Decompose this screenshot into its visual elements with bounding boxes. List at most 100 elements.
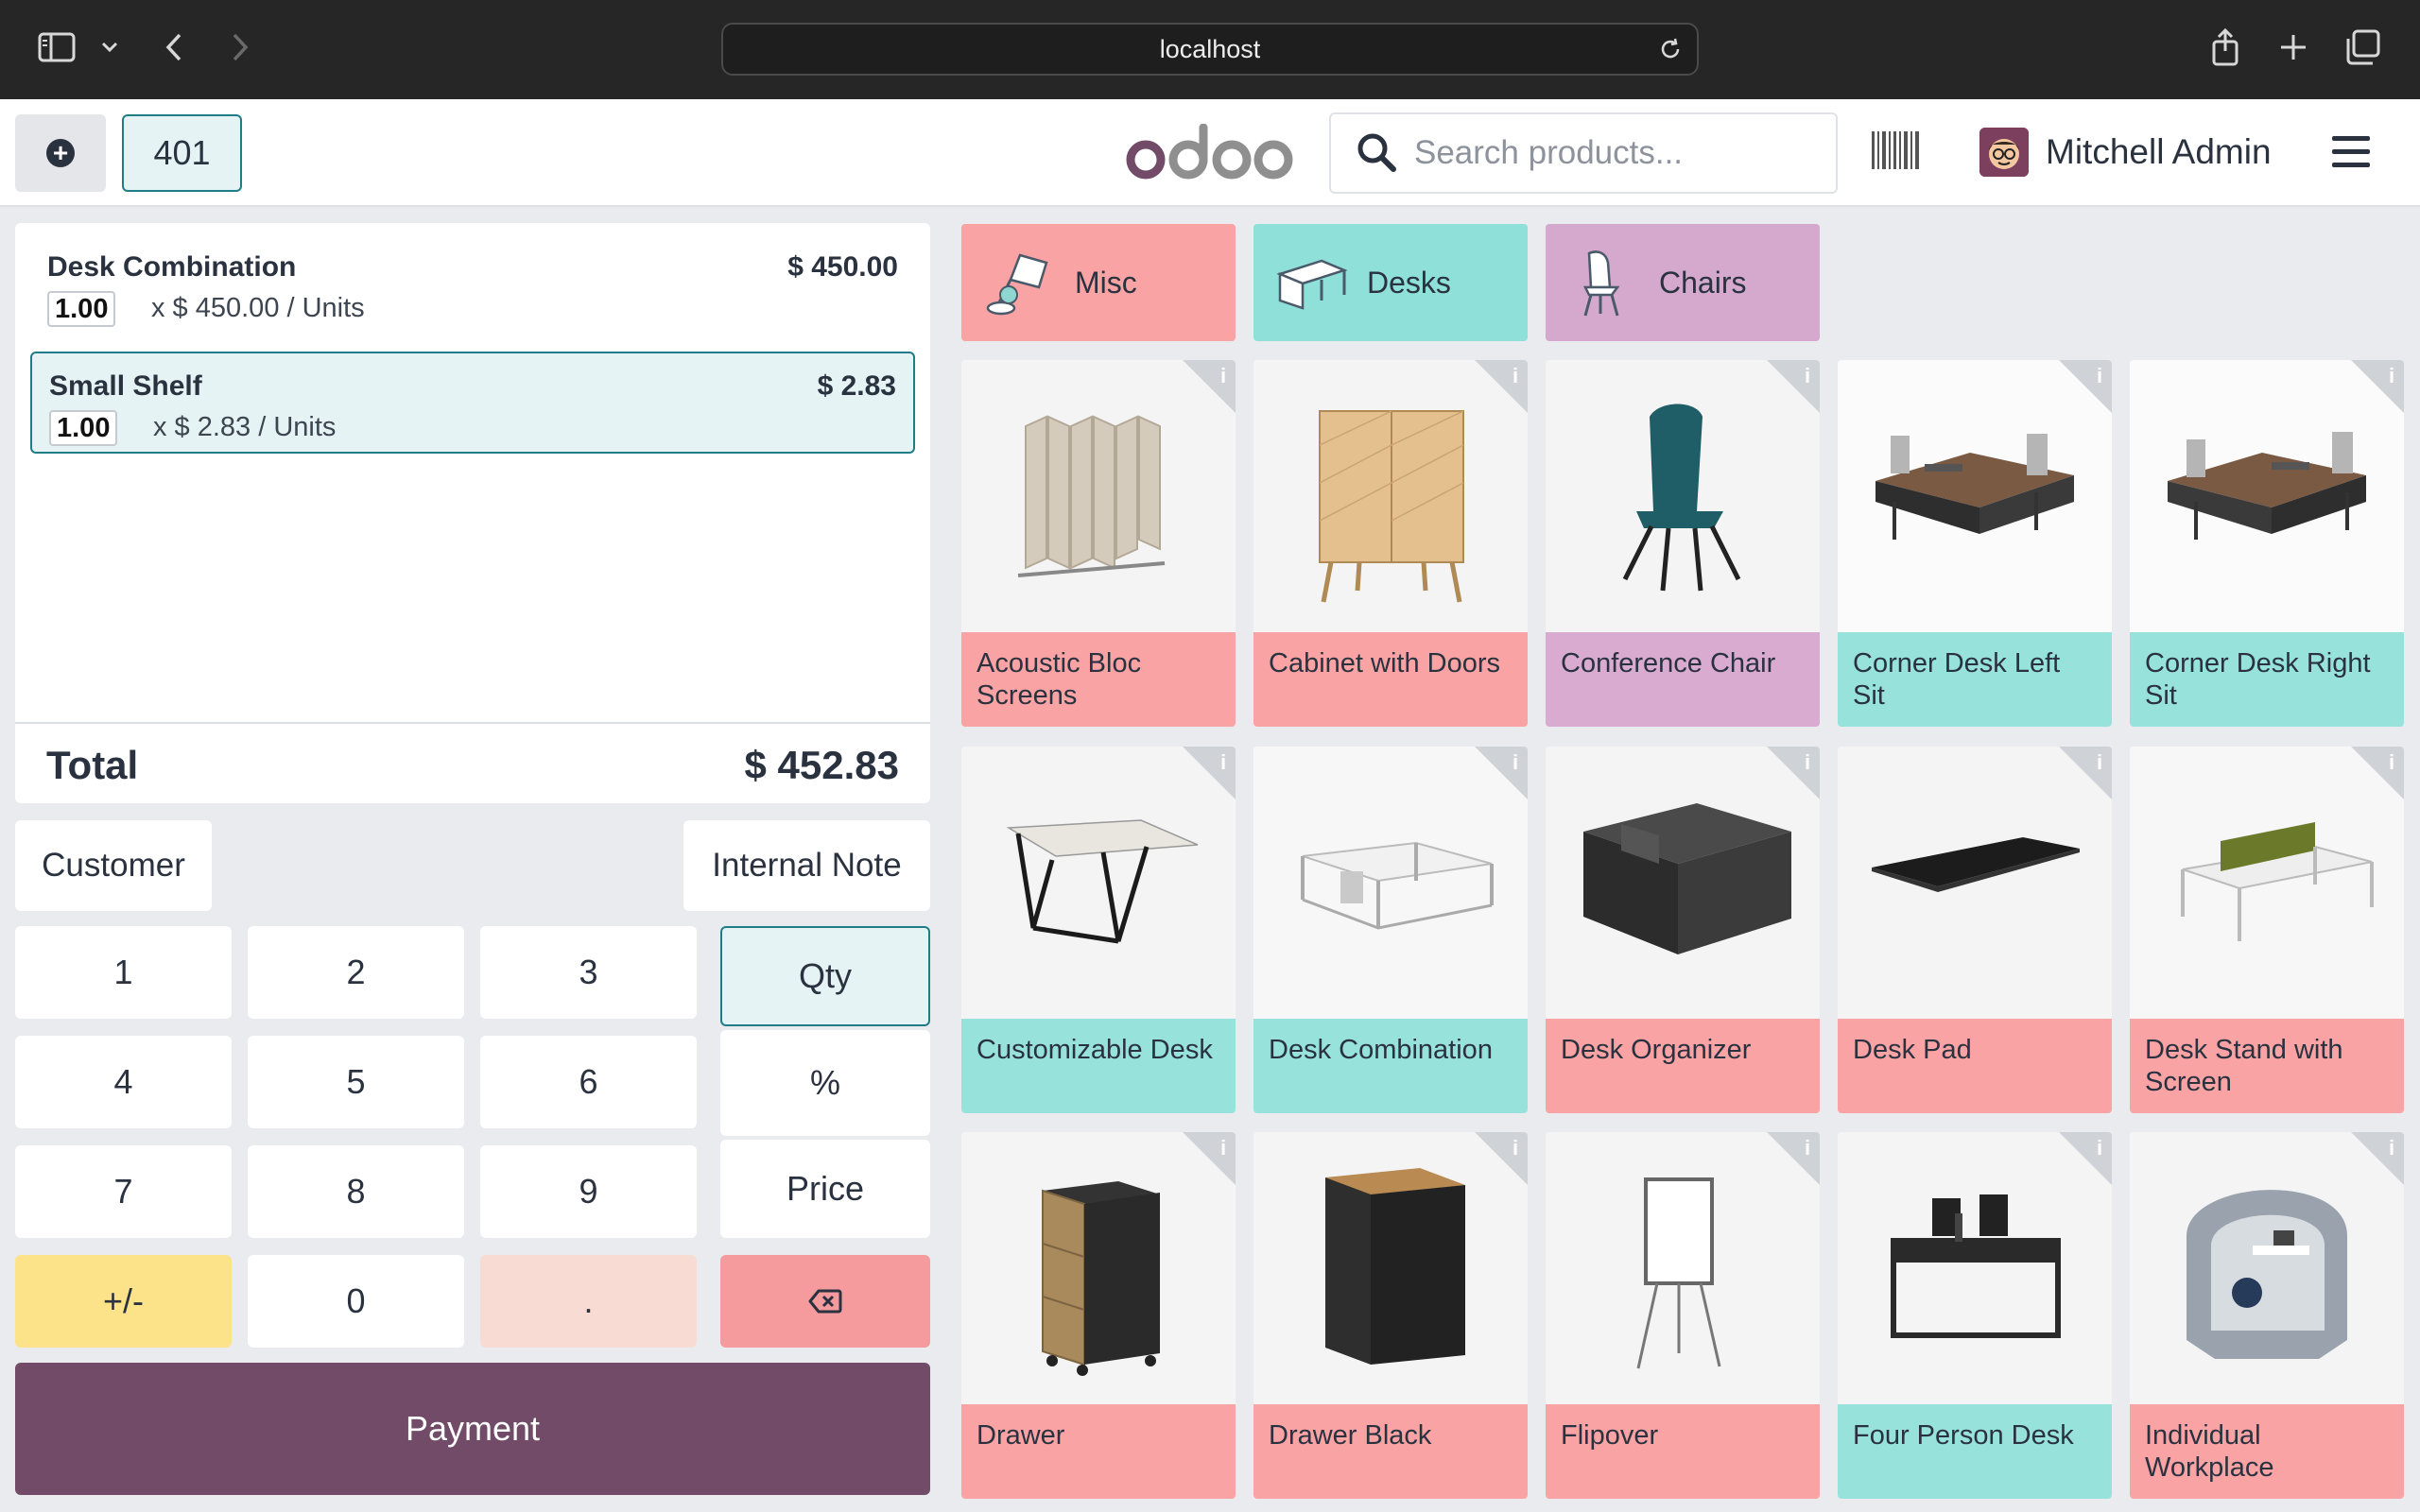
info-icon[interactable]: i bbox=[2059, 747, 2112, 799]
product-card[interactable]: i Desk Organizer bbox=[1546, 747, 1820, 1113]
info-icon[interactable]: i bbox=[1767, 360, 1820, 413]
numpad-key-5[interactable]: 5 bbox=[248, 1036, 464, 1128]
svg-text:i: i bbox=[1805, 1136, 1810, 1160]
chevron-down-icon[interactable] bbox=[91, 26, 129, 68]
barcode-icon[interactable] bbox=[1872, 131, 1919, 169]
numpad-key-8[interactable]: 8 bbox=[248, 1145, 464, 1238]
discount-mode-button[interactable]: % bbox=[720, 1030, 930, 1136]
info-icon[interactable]: i bbox=[2351, 1132, 2404, 1185]
back-icon[interactable] bbox=[153, 26, 195, 68]
svg-text:i: i bbox=[2389, 750, 2394, 774]
reload-icon[interactable] bbox=[1657, 36, 1684, 62]
svg-text:i: i bbox=[2389, 364, 2394, 387]
product-card[interactable]: i Desk Pad bbox=[1838, 747, 2112, 1113]
info-icon[interactable]: i bbox=[2059, 1132, 2112, 1185]
info-icon[interactable]: i bbox=[1475, 360, 1528, 413]
qty-mode-button[interactable]: Qty bbox=[720, 926, 930, 1026]
order-tab[interactable]: 401 bbox=[122, 114, 242, 192]
info-icon[interactable]: i bbox=[1183, 360, 1236, 413]
user-menu[interactable]: Mitchell Admin bbox=[1979, 120, 2272, 184]
info-icon[interactable]: i bbox=[1183, 747, 1236, 799]
product-card[interactable]: i Conference Chair bbox=[1546, 360, 1820, 727]
product-card[interactable]: i Customizable Desk bbox=[961, 747, 1236, 1113]
backspace-button[interactable] bbox=[720, 1255, 930, 1348]
total-value: $ 452.83 bbox=[744, 743, 900, 787]
product-card[interactable]: i Drawer bbox=[961, 1132, 1236, 1499]
info-icon[interactable]: i bbox=[2351, 360, 2404, 413]
product-card[interactable]: i Corner Desk Right Sit bbox=[2130, 360, 2404, 727]
order-line-unit-info: x $ 450.00 / Units bbox=[151, 293, 365, 323]
product-name: Drawer Black bbox=[1253, 1404, 1528, 1499]
category-chairs[interactable]: Chairs bbox=[1546, 224, 1820, 341]
product-search[interactable] bbox=[1329, 112, 1838, 194]
internal-note-button[interactable]: Internal Note bbox=[683, 820, 930, 911]
product-card[interactable]: i Corner Desk Left Sit bbox=[1838, 360, 2112, 727]
tabs-overview-icon[interactable] bbox=[2342, 26, 2384, 68]
order-line[interactable]: Desk Combination $ 450.00 1.00 x $ 450.0… bbox=[30, 223, 915, 327]
sidebar-toggle-icon[interactable] bbox=[36, 26, 78, 68]
order-line-price: $ 450.00 bbox=[787, 251, 898, 283]
numpad-key-sign[interactable]: +/- bbox=[15, 1255, 232, 1348]
product-card[interactable]: i Four Person Desk bbox=[1838, 1132, 2112, 1499]
new-tab-icon[interactable] bbox=[2273, 26, 2314, 68]
hamburger-menu-icon[interactable] bbox=[2330, 133, 2372, 171]
customer-button[interactable]: Customer bbox=[15, 820, 212, 911]
new-order-button[interactable]: + bbox=[15, 114, 106, 192]
product-name: Drawer bbox=[961, 1404, 1236, 1499]
forward-icon[interactable] bbox=[219, 26, 261, 68]
product-name: Conference Chair bbox=[1546, 632, 1820, 727]
numpad-key-3[interactable]: 3 bbox=[480, 926, 697, 1019]
svg-text:i: i bbox=[1805, 364, 1810, 387]
numpad-key-decimal[interactable]: . bbox=[480, 1255, 697, 1348]
backspace-icon bbox=[808, 1289, 842, 1314]
search-icon bbox=[1357, 133, 1396, 172]
search-input[interactable] bbox=[1414, 134, 1811, 172]
info-icon[interactable]: i bbox=[2351, 747, 2404, 799]
category-desks[interactable]: Desks bbox=[1253, 224, 1528, 341]
product-card[interactable]: i Flipover bbox=[1546, 1132, 1820, 1499]
category-label: Desks bbox=[1367, 265, 1451, 300]
numpad-key-6[interactable]: 6 bbox=[480, 1036, 697, 1128]
svg-text:i: i bbox=[1805, 750, 1810, 774]
svg-text:i: i bbox=[2097, 1136, 2102, 1160]
product-name: Customizable Desk bbox=[961, 1019, 1236, 1113]
info-icon[interactable]: i bbox=[1183, 1132, 1236, 1185]
product-card[interactable]: i Acoustic Bloc Screens bbox=[961, 360, 1236, 727]
address-bar[interactable]: localhost bbox=[721, 23, 1699, 76]
lamp-icon bbox=[986, 253, 1048, 316]
svg-text:i: i bbox=[1512, 1136, 1518, 1160]
numpad-key-0[interactable]: 0 bbox=[248, 1255, 464, 1348]
product-name: Desk Organizer bbox=[1546, 1019, 1820, 1113]
product-name: Desk Stand with Screen bbox=[2130, 1019, 2404, 1113]
url-text: localhost bbox=[1159, 34, 1261, 63]
product-card[interactable]: i Drawer Black bbox=[1253, 1132, 1528, 1499]
product-name: Four Person Desk bbox=[1838, 1404, 2112, 1499]
svg-text:i: i bbox=[1220, 750, 1226, 774]
info-icon[interactable]: i bbox=[2059, 360, 2112, 413]
category-misc[interactable]: Misc bbox=[961, 224, 1236, 341]
order-line-selected[interactable]: Small Shelf $ 2.83 1.00 x $ 2.83 / Units bbox=[30, 352, 915, 454]
svg-text:i: i bbox=[1220, 364, 1226, 387]
price-mode-button[interactable]: Price bbox=[720, 1140, 930, 1238]
numpad-key-2[interactable]: 2 bbox=[248, 926, 464, 1019]
product-name: Individual Workplace bbox=[2130, 1404, 2404, 1499]
order-line-qty: 1.00 bbox=[47, 291, 116, 327]
product-card[interactable]: i Individual Workplace bbox=[2130, 1132, 2404, 1499]
numpad-key-4[interactable]: 4 bbox=[15, 1036, 232, 1128]
payment-button[interactable]: Payment bbox=[15, 1363, 930, 1495]
product-card[interactable]: i Desk Stand with Screen bbox=[2130, 747, 2404, 1113]
numpad-key-9[interactable]: 9 bbox=[480, 1145, 697, 1238]
numpad-key-1[interactable]: 1 bbox=[15, 926, 232, 1019]
info-icon[interactable]: i bbox=[1475, 747, 1528, 799]
order-line-unit-info: x $ 2.83 / Units bbox=[153, 412, 337, 442]
odoo-logo bbox=[1126, 124, 1293, 180]
chair-icon bbox=[1582, 250, 1620, 317]
user-name: Mitchell Admin bbox=[2046, 132, 2272, 171]
share-icon[interactable] bbox=[2204, 26, 2246, 68]
info-icon[interactable]: i bbox=[1767, 747, 1820, 799]
numpad-key-7[interactable]: 7 bbox=[15, 1145, 232, 1238]
product-card[interactable]: i Desk Combination bbox=[1253, 747, 1528, 1113]
info-icon[interactable]: i bbox=[1767, 1132, 1820, 1185]
info-icon[interactable]: i bbox=[1475, 1132, 1528, 1185]
product-card[interactable]: i Cabinet with Doors bbox=[1253, 360, 1528, 727]
